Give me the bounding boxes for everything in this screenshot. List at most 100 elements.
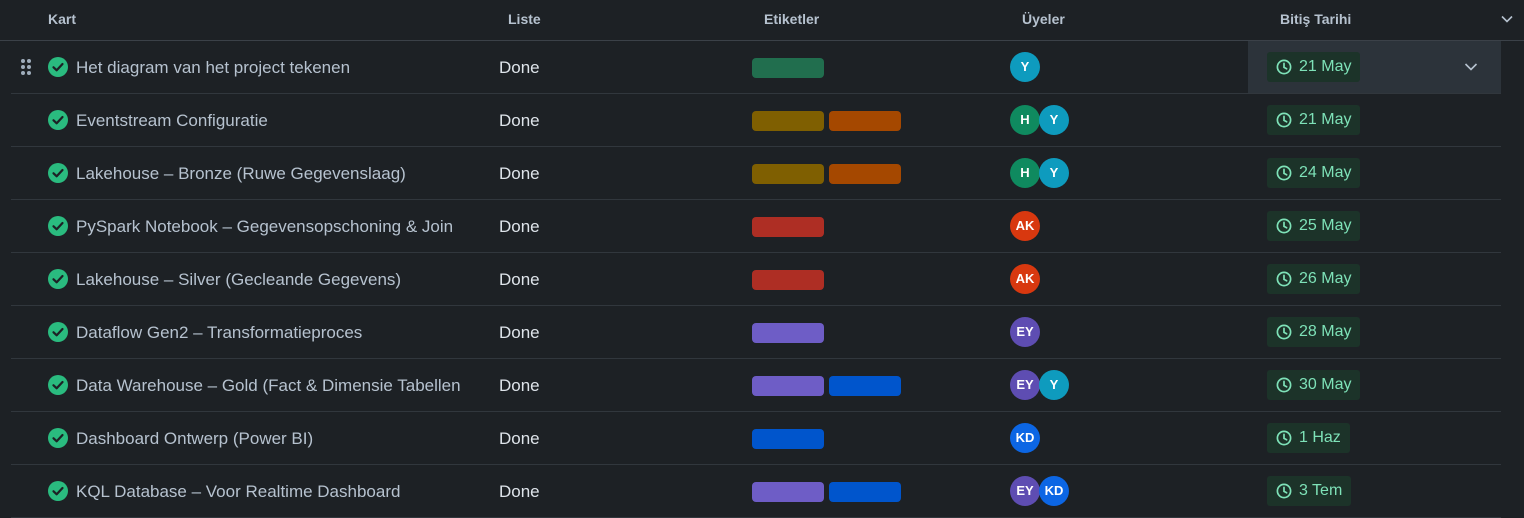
completed-check-icon[interactable] (48, 428, 68, 448)
completed-check-icon[interactable] (48, 216, 68, 236)
due-date-badge[interactable]: 28 May (1267, 317, 1361, 347)
label-pill[interactable] (752, 270, 824, 290)
member-avatar[interactable]: KD (1010, 423, 1040, 453)
due-date-badge[interactable]: 1 Haz (1267, 423, 1350, 453)
card-title[interactable]: Dataflow Gen2 – Transformatieproces (76, 323, 474, 343)
completed-check-icon[interactable] (48, 57, 68, 77)
completed-check-icon[interactable] (48, 375, 68, 395)
column-header-labels[interactable]: Etiketler (764, 11, 819, 27)
members-cell: EY Y (1010, 370, 1069, 400)
label-pill[interactable] (752, 111, 824, 131)
member-avatar[interactable]: Y (1039, 370, 1069, 400)
due-date-badge[interactable]: 21 May (1267, 105, 1361, 135)
label-pill[interactable] (752, 58, 824, 78)
table-row[interactable]: 21 May Eventstream Configuratie Done H Y (11, 94, 1501, 147)
label-pill[interactable] (829, 482, 901, 502)
card-title[interactable]: Lakehouse – Silver (Gecleande Gegevens) (76, 270, 474, 290)
list-name: Done (499, 270, 540, 289)
completed-check-icon[interactable] (48, 481, 68, 501)
card-title[interactable]: Lakehouse – Bronze (Ruwe Gegevenslaag) (76, 164, 474, 184)
card-title[interactable]: PySpark Notebook – Gegevensopschoning & … (76, 217, 474, 237)
labels-cell (752, 376, 906, 396)
label-pill[interactable] (829, 111, 901, 131)
list-name: Done (499, 58, 540, 77)
label-pill[interactable] (752, 323, 824, 343)
due-date-cell[interactable]: 24 May (1248, 147, 1501, 199)
label-pill[interactable] (752, 376, 824, 396)
card-title[interactable]: Data Warehouse – Gold (Fact & Dimensie T… (76, 376, 474, 396)
clock-icon (1276, 324, 1292, 340)
card-title[interactable]: Eventstream Configuratie (76, 111, 474, 131)
column-header-card[interactable]: Kart (48, 11, 76, 27)
due-date-badge[interactable]: 26 May (1267, 264, 1361, 294)
card-title[interactable]: Dashboard Ontwerp (Power BI) (76, 429, 474, 449)
list-name: Done (499, 376, 540, 395)
member-avatar[interactable]: H (1010, 158, 1040, 188)
due-date-text: 21 May (1299, 58, 1352, 75)
due-date-badge[interactable]: 30 May (1267, 370, 1361, 400)
label-pill[interactable] (752, 217, 824, 237)
due-date-badge[interactable]: 25 May (1267, 211, 1361, 241)
table-row[interactable]: 30 May Data Warehouse – Gold (Fact & Dime… (11, 359, 1501, 412)
member-avatar[interactable]: AK (1010, 211, 1040, 241)
labels-cell (752, 482, 906, 502)
column-header-due-date[interactable]: Bitiş Tarihi (1280, 11, 1351, 27)
chevron-down-icon[interactable] (1464, 61, 1478, 73)
table-row[interactable]: 25 May PySpark Notebook – Gegevensopschon… (11, 200, 1501, 253)
due-date-cell[interactable]: 21 May (1248, 94, 1501, 146)
table-row[interactable]: 24 May Lakehouse – Bronze (Ruwe Gegevensl… (11, 147, 1501, 200)
members-cell: HY (1010, 158, 1069, 188)
member-avatar[interactable]: EY (1010, 476, 1040, 506)
labels-cell (752, 164, 906, 184)
due-date-cell[interactable]: 25 May (1248, 200, 1501, 252)
due-date-badge[interactable]: 24 May (1267, 158, 1361, 188)
table-row[interactable]: 3 Tem KQL Database – Voor Realtime Dashbo… (11, 465, 1501, 518)
due-date-text: 24 May (1299, 164, 1352, 181)
members-cell: AK (1010, 211, 1040, 241)
label-pill[interactable] (752, 429, 824, 449)
label-pill[interactable] (752, 482, 824, 502)
table-row[interactable]: 21 May Het diagram van het project tekene… (11, 41, 1501, 94)
member-avatar[interactable]: Y (1039, 105, 1069, 135)
clock-icon (1276, 430, 1292, 446)
clock-icon (1276, 165, 1292, 181)
table-row[interactable]: 1 Haz Dashboard Ontwerp (Power BI) Done KD (11, 412, 1501, 465)
due-date-badge[interactable]: 3 Tem (1267, 476, 1352, 506)
completed-check-icon[interactable] (48, 269, 68, 289)
completed-check-icon[interactable] (48, 163, 68, 183)
completed-check-icon[interactable] (48, 322, 68, 342)
card-title[interactable]: Het diagram van het project tekenen (76, 58, 474, 78)
due-date-badge[interactable]: 21 May (1267, 52, 1361, 82)
list-name: Done (499, 323, 540, 342)
member-avatar[interactable]: Y (1039, 158, 1069, 188)
member-avatar[interactable]: EY (1010, 317, 1040, 347)
column-header-list[interactable]: Liste (508, 11, 541, 27)
label-pill[interactable] (752, 164, 824, 184)
due-date-cell[interactable]: 3 Tem (1248, 465, 1501, 517)
table-row[interactable]: 28 May Dataflow Gen2 – Transformatieproce… (11, 306, 1501, 359)
due-date-cell[interactable]: 30 May (1248, 359, 1501, 411)
card-title[interactable]: KQL Database – Voor Realtime Dashboard (76, 482, 474, 502)
due-date-text: 3 Tem (1299, 482, 1343, 499)
due-date-cell[interactable]: 26 May (1248, 253, 1501, 305)
label-pill[interactable] (829, 376, 901, 396)
due-date-cell[interactable]: 21 May (1248, 41, 1501, 93)
due-date-text: 1 Haz (1299, 429, 1341, 446)
member-avatar[interactable]: H (1010, 105, 1040, 135)
label-pill[interactable] (829, 164, 901, 184)
member-avatar[interactable]: KD (1039, 476, 1069, 506)
table-row[interactable]: 26 May Lakehouse – Silver (Gecleande Gege… (11, 253, 1501, 306)
due-date-cell[interactable]: 28 May (1248, 306, 1501, 358)
chevron-down-icon[interactable] (1500, 12, 1514, 26)
member-avatar[interactable]: AK (1010, 264, 1040, 294)
due-date-text: 30 May (1299, 376, 1352, 393)
card-table: 21 May Het diagram van het project tekene… (0, 41, 1524, 518)
column-header-members[interactable]: Üyeler (1022, 11, 1065, 27)
due-date-cell[interactable]: 1 Haz (1248, 412, 1501, 464)
member-avatar[interactable]: Y (1010, 52, 1040, 82)
table-header: Kart Liste Etiketler Üyeler Bitiş Tarihi (0, 0, 1524, 41)
member-avatar[interactable]: EY (1010, 370, 1040, 400)
drag-handle-icon[interactable] (19, 58, 33, 76)
completed-check-icon[interactable] (48, 110, 68, 130)
labels-cell (752, 323, 829, 343)
